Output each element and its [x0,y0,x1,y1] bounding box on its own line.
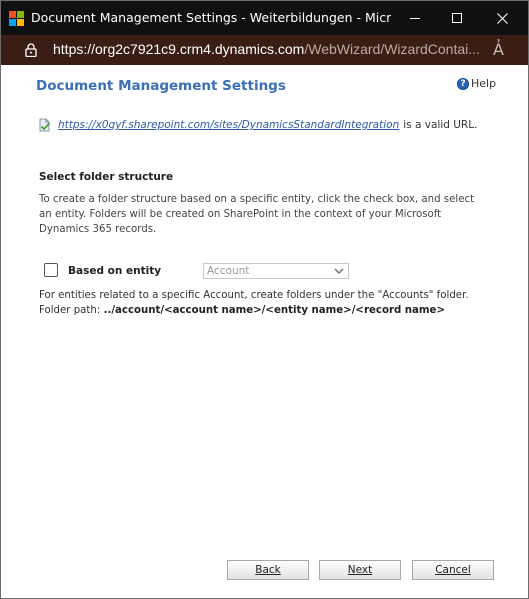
url-domain: https://org2c7921c9.crm4.dynamics.com [53,41,305,57]
window-title: Document Management Settings - Weiterbil… [31,10,391,25]
document-management-settings-window: Document Management Settings - Weiterbil… [0,0,529,599]
entity-select[interactable]: Account [203,263,349,279]
valid-url-text: is a valid URL. [403,119,478,131]
minimize-icon [409,17,420,19]
cancel-button[interactable]: Cancel [412,560,494,580]
page-title: Document Management Settings [36,78,286,94]
help-icon: ? [457,77,469,90]
address-bar[interactable]: https://org2c7921c9.crm4.dynamics.com/We… [1,35,528,65]
maximize-button[interactable] [436,1,478,35]
microsoft-logo-icon [9,11,24,26]
document-check-icon [39,118,51,132]
entity-select-value: Account [207,265,250,277]
url-display[interactable]: https://org2c7921c9.crm4.dynamics.com/We… [53,41,483,57]
maximize-icon [451,12,462,23]
close-icon [496,12,508,24]
entity-folder-note: For entities related to a specific Accou… [39,290,469,301]
back-button[interactable]: Back [227,560,309,580]
help-link[interactable]: ? Help [457,77,496,90]
minimize-button[interactable] [394,1,436,35]
help-label: Help [471,77,497,90]
chevron-down-icon [334,268,344,274]
sharepoint-url-validation: https://x0qyf.sharepoint.com/sites/Dynam… [38,118,477,132]
url-path: /WebWizard/WizardContai... [304,41,480,57]
folder-path-line: Folder path: ../account/<account name>/<… [39,305,445,316]
lock-icon[interactable] [25,43,37,57]
folder-structure-heading: Select folder structure [39,171,174,183]
title-bar[interactable]: Document Management Settings - Weiterbil… [1,1,528,35]
based-on-entity-label[interactable]: Based on entity [68,265,161,277]
based-on-entity-checkbox[interactable] [44,263,58,277]
read-aloud-icon[interactable]: A҆ [493,40,504,59]
next-button[interactable]: Next [319,560,401,580]
based-on-entity-row: Based on entity Account [44,263,364,281]
folder-path-value: ../account/<account name>/<entity name>/… [103,305,445,316]
folder-structure-description: To create a folder structure based on a … [39,194,475,235]
folder-path-label: Folder path: [39,305,101,316]
close-button[interactable] [481,1,523,35]
sharepoint-url-link[interactable]: https://x0qyf.sharepoint.com/sites/Dynam… [58,119,399,131]
